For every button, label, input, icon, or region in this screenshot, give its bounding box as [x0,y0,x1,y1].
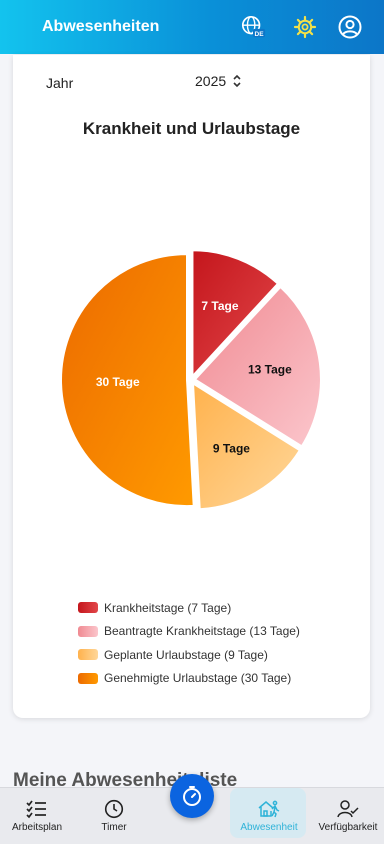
nav-item-verfuegbarkeit[interactable]: Verfügbarkeit [316,788,380,844]
legend-swatch [78,672,98,684]
pie-slice-label-beantragte: 13 Tage [248,362,292,376]
nav-label-abwesenheit: Abwesenheit [240,822,298,833]
legend-item-genehmigte[interactable]: Genehmigte Urlaubstage (30 Tage) [78,667,300,691]
nav-item-timer[interactable]: Timer [89,788,139,844]
legend-label: Beantragte Krankheitstage (13 Tage) [104,624,300,639]
nav-label-arbeitsplan: Arbeitsplan [11,822,63,833]
nav-item-arbeitsplan[interactable]: Arbeitsplan [7,788,67,844]
legend-label: Krankheitstage (7 Tage) [104,600,232,615]
legend-label: Genehmigte Urlaubstage (30 Tage) [104,671,292,686]
legend-item-krankheitstage[interactable]: Krankheitstage (7 Tage) [78,596,300,620]
away-house-icon [258,800,280,818]
nav-label-timer: Timer [101,822,127,833]
legend-swatch [78,625,98,637]
absence-chart-card: Jahr 2025 Krankheit und Urlaubstage 7 Ta… [13,55,370,718]
checklist-icon [26,800,46,819]
legend-swatch [78,602,98,614]
profile-avatar-icon[interactable] [337,14,363,40]
legend-swatch [78,649,98,661]
app-header: Abwesenheiten DE [0,0,384,54]
pie-slice-label-genehmigte: 30 Tage [96,375,140,389]
chart-legend: Krankheitstage (7 Tage) Beantragte Krankh… [78,596,300,690]
timer-icon [183,786,201,806]
page-title: Abwesenheiten [42,18,160,35]
settings-gear-icon[interactable] [292,14,318,40]
legend-item-beantragte[interactable]: Beantragte Krankheitstage (13 Tage) [78,620,300,644]
start-timer-button[interactable] [170,774,214,818]
pie-slice-label-geplante: 9 Tage [213,442,250,456]
nav-item-abwesenheit[interactable]: Abwesenheit [234,788,304,844]
pie-chart: 7 Tage 13 Tage 9 Tage 30 Tage [60,249,322,511]
nav-label-verfuegbarkeit: Verfügbarkeit [318,822,378,833]
legend-label: Geplante Urlaubstage (9 Tage) [104,647,268,662]
clock-icon [104,799,124,819]
language-badge: DE [255,31,265,38]
legend-item-geplante[interactable]: Geplante Urlaubstage (9 Tage) [78,643,300,667]
language-globe-icon[interactable]: DE [240,14,266,40]
user-check-icon [337,800,359,818]
pie-slice-label-krankheitstage: 7 Tage [201,299,238,313]
